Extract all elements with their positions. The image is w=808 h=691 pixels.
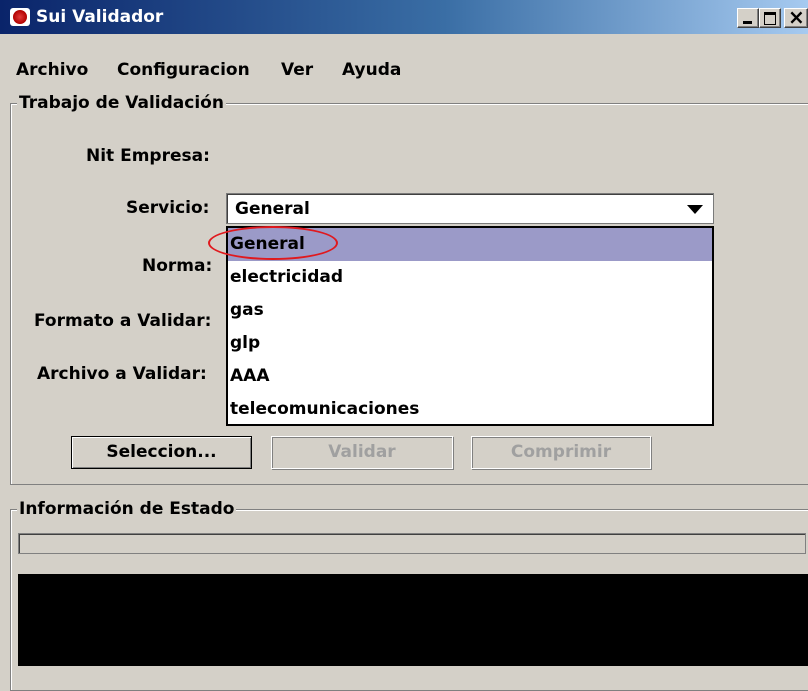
title-bar: Sui Validador xyxy=(0,0,808,34)
menu-ayuda[interactable]: Ayuda xyxy=(342,55,401,85)
servicio-option-gas[interactable]: gas xyxy=(228,294,712,327)
estado-group-title: Información de Estado xyxy=(17,498,237,520)
app-icon xyxy=(10,8,30,26)
formato-label: Formato a Validar: xyxy=(34,311,212,331)
servicio-option-glp[interactable]: glp xyxy=(228,327,712,360)
archivo-label: Archivo a Validar: xyxy=(37,364,207,384)
nit-label: Nit Empresa: xyxy=(86,146,210,166)
seleccion-button[interactable]: Seleccion... xyxy=(71,436,252,469)
maximize-button[interactable] xyxy=(759,8,781,28)
servicio-option-electricidad[interactable]: electricidad xyxy=(228,261,712,294)
close-button[interactable] xyxy=(784,6,808,28)
trabajo-group-title: Trabajo de Validación xyxy=(17,92,226,114)
highlight-annotation-ellipse xyxy=(208,226,338,260)
norma-label: Norma: xyxy=(142,256,213,276)
menu-ver[interactable]: Ver xyxy=(281,55,313,85)
servicio-option-aaa[interactable]: AAA xyxy=(228,360,712,393)
comprimir-button[interactable]: Comprimir xyxy=(471,436,651,469)
servicio-option-telecomunicaciones[interactable]: telecomunicaciones xyxy=(228,393,712,426)
progress-bar xyxy=(18,533,806,554)
menu-archivo[interactable]: Archivo xyxy=(16,55,88,85)
menu-configuracion[interactable]: Configuracion xyxy=(117,55,250,85)
window-title: Sui Validador xyxy=(36,7,164,27)
servicio-select[interactable]: General xyxy=(226,193,714,224)
dropdown-arrow-icon[interactable] xyxy=(687,205,703,214)
validar-button[interactable]: Validar xyxy=(271,436,453,469)
servicio-selected-value: General xyxy=(235,199,310,219)
status-output-area xyxy=(18,574,808,666)
servicio-label: Servicio: xyxy=(126,198,210,218)
minimize-button[interactable] xyxy=(737,8,759,28)
